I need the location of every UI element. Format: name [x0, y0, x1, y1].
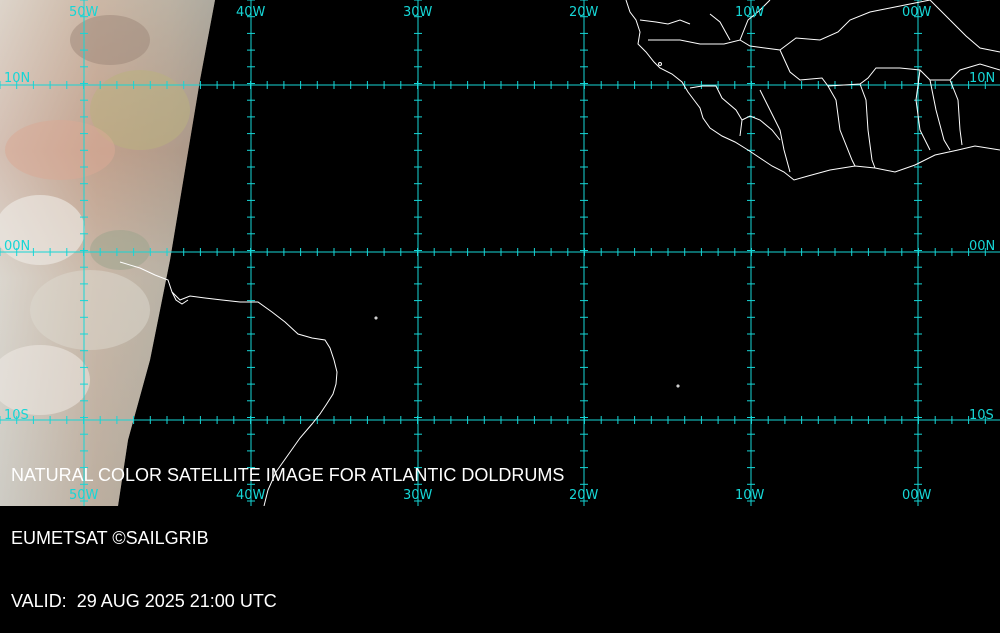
lon-label-top-10w: 10W: [735, 5, 765, 20]
lon-label-bottom-20w: 20W: [569, 488, 599, 503]
caption-valid-time: VALID: 29 AUG 2025 21:00 UTC: [11, 591, 277, 611]
caption-title: NATURAL COLOR SATELLITE IMAGE FOR ATLANT…: [11, 465, 565, 485]
caption-credit: EUMETSAT ©SAILGRIB: [11, 528, 209, 548]
map-caption: NATURAL COLOR SATELLITE IMAGE FOR ATLANT…: [11, 423, 564, 633]
lon-label-top-50w: 50W: [69, 5, 99, 20]
lon-label-top-20w: 20W: [569, 5, 599, 20]
lon-label-bottom-00w: 00W: [902, 488, 932, 503]
lon-label-top-30w: 30W: [403, 5, 433, 20]
lon-label-top-00w: 00W: [902, 5, 932, 20]
lat-label-left-10n: 10N: [4, 71, 30, 86]
lat-label-left-10s: 10S: [4, 408, 29, 423]
lat-label-right-10n: 10N: [969, 71, 995, 86]
lat-label-right-00n: 00N: [969, 239, 995, 254]
lat-label-right-10s: 10S: [969, 408, 994, 423]
lat-label-left-00n: 00N: [4, 239, 30, 254]
lon-label-bottom-10w: 10W: [735, 488, 765, 503]
lon-label-top-40w: 40W: [236, 5, 266, 20]
